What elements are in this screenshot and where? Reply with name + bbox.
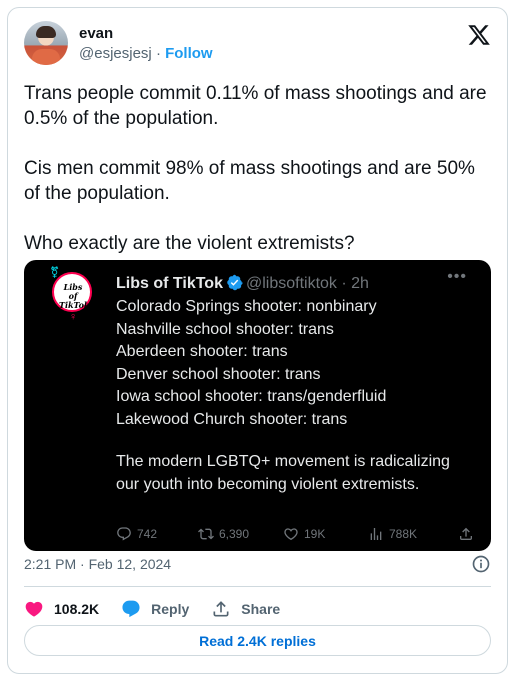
share-label: Share bbox=[241, 601, 281, 617]
author-avatar[interactable] bbox=[24, 21, 68, 65]
heart-icon bbox=[284, 528, 298, 541]
quoted-line: Iowa school shooter: trans/genderfluid bbox=[116, 388, 387, 405]
quoted-line: Aberdeen shooter: trans bbox=[116, 343, 288, 360]
quoted-paragraph: The modern LGBTQ+ movement is radicalizi… bbox=[116, 453, 450, 493]
heart-filled-icon bbox=[25, 601, 43, 617]
reply-icon bbox=[117, 527, 131, 541]
share-icon bbox=[460, 527, 472, 540]
quoted-reply-count: 742 bbox=[137, 527, 158, 541]
author-name[interactable]: evan bbox=[79, 25, 113, 42]
repost-icon bbox=[198, 528, 214, 540]
quoted-line: Nashville school shooter: trans bbox=[116, 320, 334, 338]
x-logo-icon[interactable] bbox=[467, 23, 491, 47]
reply-bubble-icon bbox=[122, 600, 140, 618]
tweet-paragraph: Cis men commit 98% of mass shootings and… bbox=[24, 158, 475, 204]
read-replies-button[interactable]: Read 2.4K replies bbox=[24, 625, 491, 656]
quoted-line: Denver school shooter: trans bbox=[116, 365, 321, 383]
divider bbox=[24, 586, 491, 587]
quoted-name[interactable]: Libs of TikTok bbox=[116, 275, 223, 292]
quoted-views-stat[interactable]: 788K bbox=[368, 526, 417, 542]
tweet-text: Trans people commit 0.11% of mass shooti… bbox=[24, 81, 494, 256]
gender-symbol-icon: ⚧ bbox=[50, 267, 60, 279]
female-symbol-icon: ♀ bbox=[69, 311, 78, 323]
quoted-avatar[interactable]: ⚧ Libs of TikTok ♀ bbox=[50, 267, 92, 323]
quoted-repost-count: 6,390 bbox=[219, 527, 250, 541]
share-icon bbox=[213, 601, 229, 617]
quoted-line: Lakewood Church shooter: trans bbox=[116, 410, 348, 428]
quoted-time[interactable]: · 2h bbox=[341, 275, 369, 292]
quoted-line: Colorado Springs shooter: nonbinary bbox=[116, 298, 377, 315]
quoted-reply-stat[interactable]: 742 bbox=[116, 526, 157, 542]
quoted-header: Libs of TikTok @libsoftiktok · 2h bbox=[116, 274, 369, 293]
reply-label: Reply bbox=[151, 601, 190, 617]
quoted-views-count: 788K bbox=[389, 527, 418, 541]
separator: · bbox=[155, 45, 161, 62]
quoted-repost-stat[interactable]: 6,390 bbox=[198, 526, 249, 542]
like-count: 108.2K bbox=[54, 601, 100, 617]
author-handle[interactable]: @esjesjesj bbox=[79, 45, 152, 62]
quoted-stats: 742 6,390 19K 788K bbox=[116, 526, 476, 544]
quoted-tweet[interactable]: ⚧ Libs of TikTok ♀ Libs of TikTok @libsof… bbox=[24, 260, 491, 551]
tweet-paragraph: Who exactly are the violent extremists? bbox=[24, 233, 355, 254]
quoted-text: Colorado Springs shooter: nonbinary Nash… bbox=[116, 296, 476, 431]
like-button[interactable]: 108.2K bbox=[24, 599, 99, 619]
tweet-header: evan @esjesjesj · Follow bbox=[24, 21, 491, 65]
quoted-avatar-text: Libs of TikTok bbox=[59, 282, 90, 310]
quoted-like-count: 19K bbox=[304, 527, 326, 541]
tweet-card: evan @esjesjesj · Follow Trans people co… bbox=[7, 7, 508, 674]
quoted-share-stat[interactable] bbox=[458, 526, 474, 542]
author-handle-row: @esjesjesj · Follow bbox=[79, 45, 213, 62]
share-button[interactable]: Share bbox=[211, 599, 280, 619]
verified-badge-icon bbox=[227, 274, 243, 291]
quoted-like-stat[interactable]: 19K bbox=[283, 526, 325, 542]
tweet-timestamp[interactable]: 2:21 PM · Feb 12, 2024 bbox=[24, 556, 171, 572]
tweet-paragraph: Trans people commit 0.11% of mass shooti… bbox=[24, 83, 487, 129]
follow-button[interactable]: Follow bbox=[165, 45, 213, 62]
more-options-icon[interactable]: ••• bbox=[447, 268, 467, 286]
info-icon[interactable] bbox=[471, 554, 491, 574]
reply-button[interactable]: Reply bbox=[121, 599, 189, 619]
action-bar: 108.2K Reply Share bbox=[24, 596, 302, 622]
views-icon bbox=[370, 528, 382, 540]
quoted-handle[interactable]: @libsoftiktok bbox=[246, 275, 337, 292]
